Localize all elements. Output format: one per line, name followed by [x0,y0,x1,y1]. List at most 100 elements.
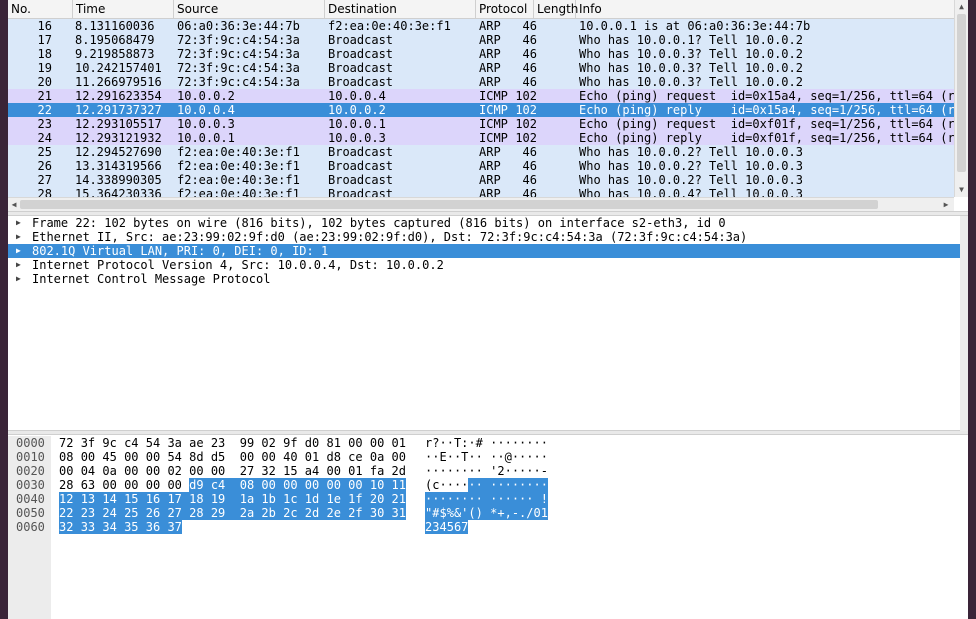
hex-byte[interactable]: 00 [326,464,340,478]
hex-byte[interactable]: 36 [145,520,168,534]
packet-row[interactable]: 28 15.364230336 f2:ea:0e:40:3e:f1 Broadcast… [8,187,954,197]
hex-byte[interactable]: 00 [124,450,138,464]
ascii-bytes[interactable]: r?··T:·# ········ [425,436,548,450]
hex-byte[interactable]: 26 [145,506,168,520]
hex-byte[interactable]: 00 [240,450,254,464]
hex-byte[interactable]: 10 [369,478,392,492]
ascii-bytes[interactable]: ········ '2·····- [425,464,548,478]
hex-byte[interactable]: 2f [348,506,370,520]
hex-byte[interactable]: 13 [80,492,103,506]
packet-row[interactable]: 17 8.195068479 72:3f:9c:c4:54:3a Broadcast A… [8,33,954,47]
packet-row[interactable]: 23 12.293105517 10.0.0.3 10.0.0.1 ICMP 102 Ech… [8,117,954,131]
hex-byte[interactable]: 33 [80,520,103,534]
expand-arrow-icon[interactable]: ▶ [16,258,26,272]
column-destination[interactable]: Destination [325,0,476,18]
pane-splitter-bottom[interactable] [8,430,968,435]
packet-row[interactable]: 25 12.294527690 f2:ea:0e:40:3e:f1 Broadcast… [8,145,954,159]
hex-byte[interactable]: 20 [369,492,392,506]
hex-byte[interactable]: 0a [370,450,384,464]
hex-byte[interactable]: 15 [283,464,297,478]
hex-byte[interactable]: 1d [304,492,327,506]
hex-byte[interactable]: 27 [240,464,254,478]
hex-byte[interactable]: d8 [326,450,340,464]
hex-byte[interactable]: 2c [283,506,305,520]
hex-byte[interactable]: 34 [102,520,125,534]
column-length[interactable]: Length [534,0,578,18]
hex-byte[interactable]: 2d [304,506,327,520]
hex-byte[interactable]: fa [370,464,384,478]
column-time[interactable]: Time [73,0,174,18]
hex-byte[interactable]: 32 [261,464,275,478]
hex-byte[interactable]: 3f [81,436,95,450]
hex-byte[interactable]: 12 [59,492,81,506]
hex-byte[interactable]: d5 [211,450,225,464]
hex-byte[interactable]: 02 [167,464,181,478]
hex-byte[interactable]: 54 [146,436,160,450]
column-protocol[interactable]: Protocol [476,0,534,18]
hex-byte[interactable]: 00 [102,478,116,492]
hex-bytes[interactable]: 00 04 0a 00 00 02 00 00 27 32 15 a4 00 0… [59,464,406,478]
hex-byte[interactable]: 00 [261,478,284,492]
details-right-scrollbar[interactable] [960,216,968,431]
hex-byte[interactable]: 35 [124,520,146,534]
ascii-bytes[interactable]: ········ ······ ! [425,492,548,506]
scroll-up-icon[interactable]: ▲ [955,0,968,13]
scroll-left-icon[interactable]: ◀ [8,198,20,211]
packet-row[interactable]: 21 12.291623354 10.0.0.2 10.0.0.4 ICMP 102 Ech… [8,89,954,103]
hex-byte[interactable]: 1e [326,492,349,506]
hex-byte[interactable]: 00 [124,478,138,492]
hex-byte[interactable]: 00 [261,450,275,464]
hex-byte[interactable]: 3a [167,436,181,450]
hex-byte[interactable]: 00 [211,464,225,478]
detail-tree-item[interactable]: ▶ Frame 22: 102 bytes on wire (816 bits),… [8,216,968,230]
hex-byte[interactable]: ce [348,450,362,464]
hex-byte[interactable]: 01 [348,464,362,478]
hex-byte[interactable]: 1b [261,492,284,506]
column-source[interactable]: Source [174,0,325,18]
hex-byte[interactable]: 29 [210,506,240,520]
hex-byte[interactable]: 00 [326,478,349,492]
hex-byte[interactable]: a4 [305,464,319,478]
detail-tree-item[interactable]: ▶ Internet Control Message Protocol [8,272,968,286]
hex-byte[interactable]: 8d [189,450,203,464]
expand-arrow-icon[interactable]: ▶ [16,216,26,230]
hex-byte[interactable]: 00 [59,464,73,478]
hex-bytes[interactable]: 72 3f 9c c4 54 3a ae 23 99 02 9f d0 81 0… [59,436,406,450]
hex-byte[interactable]: 00 [146,478,160,492]
packet-row[interactable]: 20 11.266979516 72:3f:9c:c4:54:3a Broadcast… [8,75,954,89]
hex-byte[interactable]: 00 [304,478,327,492]
detail-tree-item[interactable]: ▶ 802.1Q Virtual LAN, PRI: 0, DEI: 0, ID:… [8,244,968,258]
hex-byte[interactable]: 04 [81,464,95,478]
hex-byte[interactable]: 00 [167,478,181,492]
hex-byte[interactable]: 19 [210,492,240,506]
hex-byte[interactable]: 00 [146,464,160,478]
hex-byte[interactable]: 27 [167,506,190,520]
hex-byte[interactable]: 22 [59,506,81,520]
hex-byte[interactable]: d9 [189,478,211,492]
ascii-bytes[interactable]: (c······ ········ [425,478,548,492]
packet-row[interactable]: 27 14.338990305 f2:ea:0e:40:3e:f1 Broadcast… [8,173,954,187]
hex-byte[interactable]: 2b [261,506,284,520]
hex-byte[interactable]: 15 [124,492,146,506]
hex-byte[interactable]: d0 [305,436,319,450]
expand-arrow-icon[interactable]: ▶ [16,244,26,258]
scroll-down-icon[interactable]: ▼ [955,183,968,196]
hex-byte[interactable]: 18 [189,492,211,506]
packet-row[interactable]: 19 10.242157401 72:3f:9c:c4:54:3a Broadcast… [8,61,954,75]
hex-byte[interactable]: 1c [283,492,305,506]
hex-byte[interactable]: 00 [392,450,406,464]
hex-byte[interactable]: c4 [210,478,240,492]
hex-bytes[interactable]: 12 13 14 15 16 17 18 19 1a 1b 1c 1d 1e 1… [59,492,406,506]
hex-byte[interactable]: 23 [80,506,103,520]
hex-byte[interactable]: 1f [348,492,370,506]
packet-row[interactable]: 24 12.293121932 10.0.0.1 10.0.0.3 ICMP 102 Ech… [8,131,954,145]
hex-byte[interactable]: 08 [239,478,262,492]
ascii-bytes[interactable]: 234567 [425,520,469,534]
hex-byte[interactable]: 00 [146,450,160,464]
hex-byte[interactable]: 01 [392,436,406,450]
hex-byte[interactable]: 01 [305,450,319,464]
hex-byte[interactable]: 24 [102,506,125,520]
hex-byte[interactable]: 30 [369,506,392,520]
packet-list-hscrollbar[interactable]: ◀ ▶ [8,197,954,211]
hex-byte[interactable]: 2a [239,506,262,520]
